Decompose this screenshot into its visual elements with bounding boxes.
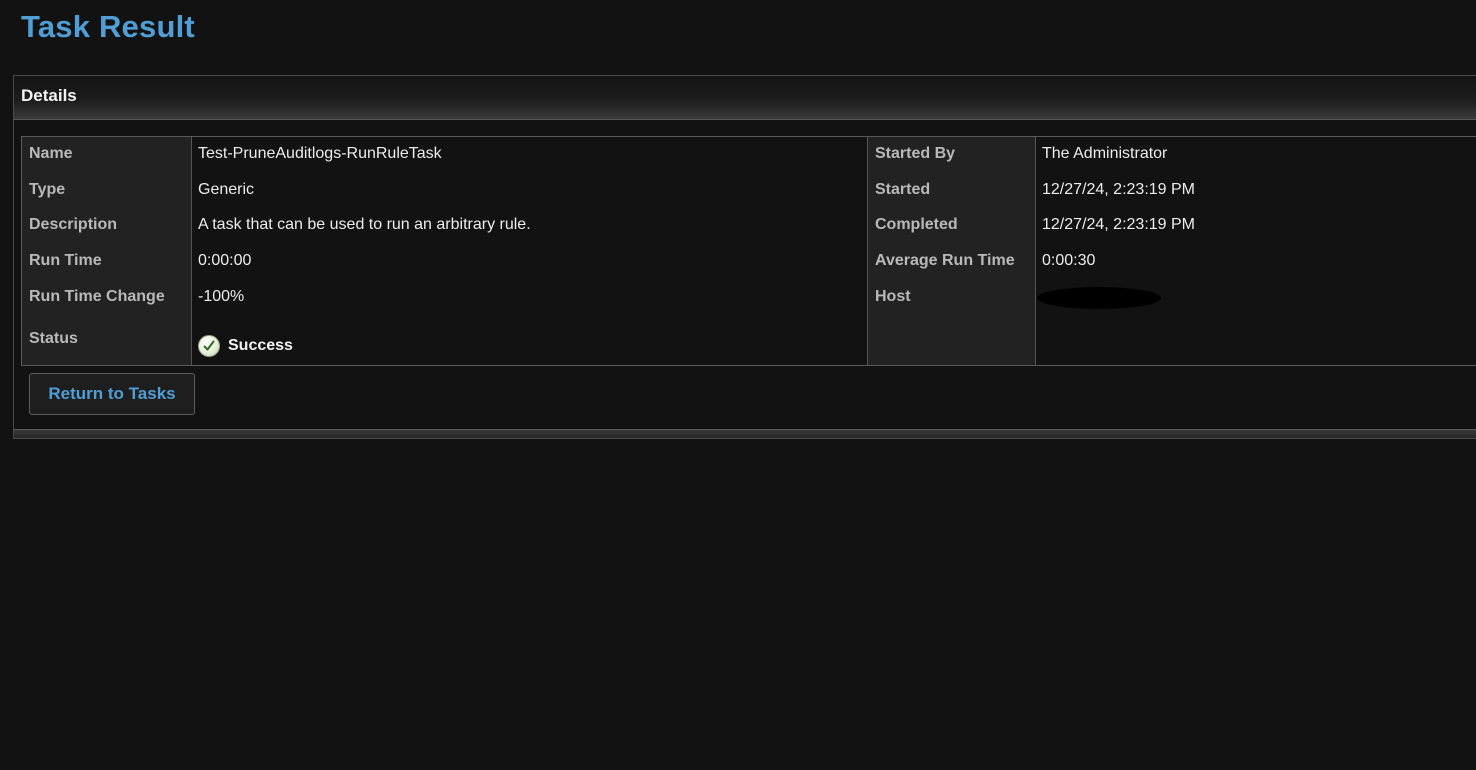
- value-run-time: 0:00:00: [198, 252, 252, 269]
- label-started: Started: [875, 181, 931, 198]
- value-started: 12/27/24, 2:23:19 PM: [1042, 181, 1195, 198]
- label-column-left: Name Type Description Run Time Run Time …: [22, 137, 192, 365]
- value-column-right: The Administrator 12/27/24, 2:23:19 PM 1…: [1036, 137, 1476, 365]
- value-column-left: Test-PruneAuditlogs-RunRuleTask Generic …: [192, 137, 868, 365]
- value-completed: 12/27/24, 2:23:19 PM: [1042, 216, 1195, 233]
- value-type: Generic: [198, 181, 255, 198]
- label-column-right: Started By Started Completed Average Run…: [868, 137, 1036, 365]
- details-table: Name Type Description Run Time Run Time …: [21, 136, 1476, 366]
- host-redaction: [1037, 287, 1161, 309]
- panel-header: Details: [14, 76, 1476, 120]
- label-average-run-time: Average Run Time: [875, 252, 1015, 269]
- status-text: Success: [228, 337, 293, 354]
- details-panel: Details Name Type Description Run Time R…: [13, 75, 1476, 439]
- value-description: A task that can be used to run an arbitr…: [198, 216, 531, 233]
- label-status: Status: [29, 330, 78, 347]
- value-name: Test-PruneAuditlogs-RunRuleTask: [198, 145, 442, 162]
- label-description: Description: [29, 216, 118, 233]
- page-title: Task Result: [21, 9, 195, 44]
- panel-footer: [14, 429, 1476, 438]
- panel-title: Details: [21, 86, 77, 105]
- label-run-time-change: Run Time Change: [29, 288, 165, 305]
- return-to-tasks-button[interactable]: Return to Tasks: [29, 373, 195, 415]
- label-name: Name: [29, 145, 73, 162]
- value-started-by: The Administrator: [1042, 145, 1168, 162]
- label-run-time: Run Time: [29, 252, 102, 269]
- label-completed: Completed: [875, 216, 958, 233]
- value-average-run-time: 0:00:30: [1042, 252, 1096, 269]
- check-circle-icon: [198, 335, 220, 357]
- label-host: Host: [875, 288, 911, 305]
- label-started-by: Started By: [875, 145, 956, 162]
- label-type: Type: [29, 181, 66, 198]
- status-badge: Success: [198, 335, 293, 357]
- value-run-time-change: -100%: [198, 288, 245, 305]
